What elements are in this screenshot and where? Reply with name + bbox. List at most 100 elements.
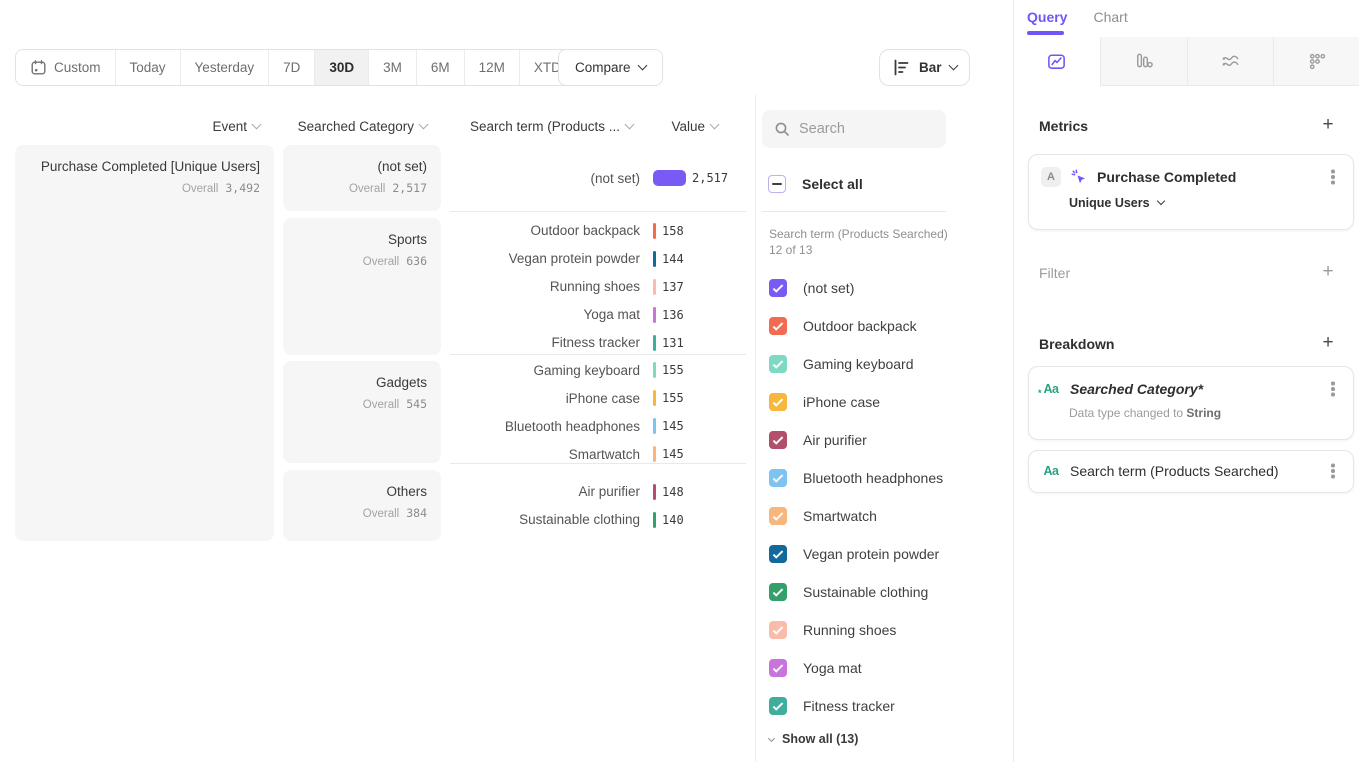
breakdown-menu-button[interactable] — [1323, 461, 1343, 481]
tab-retention[interactable] — [1274, 37, 1359, 86]
table-row[interactable]: Air purifier 148 — [450, 478, 746, 506]
category-cell: Sports Overall 636 — [283, 218, 441, 355]
table-row[interactable]: Yoga mat 136 — [450, 301, 746, 329]
table-row[interactable]: Bluetooth headphones 145 — [450, 412, 746, 440]
search-term-label: Sustainable clothing — [450, 512, 640, 527]
event-name: Purchase Completed [Unique Users] — [25, 158, 260, 176]
checkbox[interactable] — [769, 697, 787, 715]
table-row[interactable]: Outdoor backpack 158 — [450, 217, 746, 245]
add-filter-button[interactable]: + — [1317, 261, 1339, 283]
group-divider — [450, 463, 746, 464]
checkbox[interactable] — [769, 279, 787, 297]
table-row[interactable]: Gaming keyboard 155 — [450, 356, 746, 384]
search-term-label: Yoga mat — [450, 307, 640, 322]
add-metric-button[interactable]: + — [1317, 114, 1339, 136]
tab-chart[interactable]: Chart — [1093, 9, 1127, 25]
check-icon — [773, 510, 784, 521]
tab-query[interactable]: Query — [1027, 9, 1067, 25]
list-item-checkbox[interactable]: Air purifier — [769, 421, 943, 459]
list-item-checkbox[interactable]: Smartwatch — [769, 497, 943, 535]
metric-menu-button[interactable] — [1323, 167, 1343, 187]
value-bar — [653, 418, 656, 434]
list-item-checkbox[interactable]: Outdoor backpack — [769, 307, 943, 345]
list-divider — [762, 211, 946, 212]
list-item-checkbox[interactable]: Gaming keyboard — [769, 345, 943, 383]
kebab-icon — [1331, 175, 1335, 179]
breakdown-card-searched-category: Aa* Searched Category* Data type changed… — [1028, 366, 1354, 440]
value-bar — [653, 251, 656, 267]
group-divider — [450, 211, 746, 212]
overall-value: 384 — [406, 506, 427, 520]
list-item-checkbox[interactable]: (not set) — [769, 269, 943, 307]
value-number: 155 — [662, 363, 684, 377]
search-term-label: Outdoor backpack — [450, 223, 640, 238]
panel-divider — [755, 95, 756, 762]
table-row[interactable]: iPhone case 155 — [450, 384, 746, 412]
search-term-label: Gaming keyboard — [450, 363, 640, 378]
checkbox[interactable] — [769, 583, 787, 601]
checkbox[interactable] — [769, 469, 787, 487]
value-bar — [653, 390, 656, 406]
list-item-label: Yoga mat — [803, 660, 862, 676]
checkbox[interactable] — [769, 545, 787, 563]
value-number: 131 — [662, 336, 684, 350]
list-item-checkbox[interactable]: iPhone case — [769, 383, 943, 421]
list-item-checkbox[interactable]: Vegan protein powder — [769, 535, 943, 573]
list-item-label: (not set) — [803, 280, 854, 296]
value-number: 137 — [662, 280, 684, 294]
check-icon — [773, 396, 784, 407]
kebab-icon — [1331, 469, 1335, 473]
search-input[interactable] — [799, 121, 929, 137]
list-item-checkbox[interactable]: Sustainable clothing — [769, 573, 943, 611]
show-all-label: Show all (13) — [782, 732, 858, 746]
list-item-checkbox[interactable]: Running shoes — [769, 611, 943, 649]
table-row[interactable]: (not set) 2,517 — [450, 164, 746, 192]
check-icon — [773, 548, 784, 559]
list-item-label: Sustainable clothing — [803, 584, 928, 600]
checkbox[interactable] — [769, 507, 787, 525]
value-number: 145 — [662, 419, 684, 433]
add-breakdown-button[interactable]: + — [1317, 332, 1339, 354]
category-cell: (not set) Overall 2,517 — [283, 145, 441, 211]
list-item-label: Gaming keyboard — [803, 356, 914, 372]
indeterminate-checkbox[interactable] — [768, 175, 786, 193]
category-name: (not set) — [293, 158, 427, 176]
check-icon — [773, 282, 784, 293]
metrics-section-label: Metrics — [1039, 118, 1088, 134]
tab-insights[interactable] — [1014, 37, 1101, 86]
value-number: 148 — [662, 485, 684, 499]
select-all-checkbox[interactable]: Select all — [768, 174, 863, 194]
tab-flows[interactable] — [1188, 37, 1275, 86]
value-bar — [653, 446, 656, 462]
check-icon — [773, 586, 784, 597]
overall-value: 3,492 — [225, 181, 260, 195]
checkbox[interactable] — [769, 317, 787, 335]
checkbox[interactable] — [769, 393, 787, 411]
category-name: Sports — [293, 231, 427, 249]
measure-dropdown[interactable]: Unique Users — [1069, 196, 1353, 210]
table-row[interactable]: Sustainable clothing 140 — [450, 506, 746, 534]
table-row[interactable]: Fitness tracker 131 — [450, 329, 746, 357]
tab-funnels[interactable] — [1101, 37, 1188, 86]
minus-icon — [772, 183, 782, 185]
chevron-down-icon — [1156, 197, 1164, 205]
table-row[interactable]: Running shoes 137 — [450, 273, 746, 301]
checkbox[interactable] — [769, 355, 787, 373]
search-term-label: Bluetooth headphones — [450, 419, 640, 434]
breakdown-menu-button[interactable] — [1323, 379, 1343, 399]
checkbox[interactable] — [769, 621, 787, 639]
list-item-checkbox[interactable]: Fitness tracker — [769, 687, 943, 725]
show-all-button[interactable]: Show all (13) — [769, 732, 858, 746]
list-item-checkbox[interactable]: Yoga mat — [769, 649, 943, 687]
overall-value: 2,517 — [392, 181, 427, 195]
table-row[interactable]: Vegan protein powder 144 — [450, 245, 746, 273]
breakdown-name: Searched Category* — [1070, 381, 1314, 397]
checkbox[interactable] — [769, 431, 787, 449]
list-item-checkbox[interactable]: Bluetooth headphones — [769, 459, 943, 497]
metric-card: A Purchase Completed Unique Users — [1028, 154, 1354, 230]
overall-label: Overall — [363, 256, 399, 268]
overall-label: Overall — [349, 183, 385, 195]
checkbox[interactable] — [769, 659, 787, 677]
search-box — [762, 110, 946, 148]
list-item-label: Smartwatch — [803, 508, 877, 524]
